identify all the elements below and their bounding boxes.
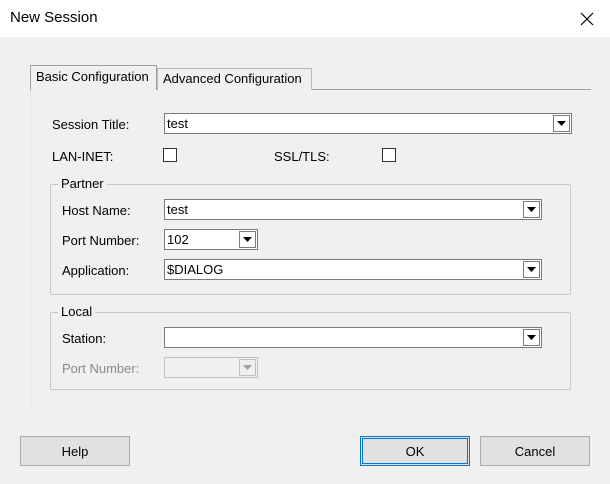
window-title: New Session [10,9,98,26]
cancel-button[interactable]: Cancel [480,436,590,466]
help-button[interactable]: Help [20,436,130,466]
tab-panel [30,89,591,408]
ok-button[interactable]: OK [360,436,470,466]
close-icon [580,12,594,25]
tab-advanced-configuration[interactable]: Advanced Configuration [157,68,312,90]
title-bar: New Session [0,0,610,37]
close-button[interactable] [564,0,610,37]
tab-basic-configuration[interactable]: Basic Configuration [30,65,157,90]
